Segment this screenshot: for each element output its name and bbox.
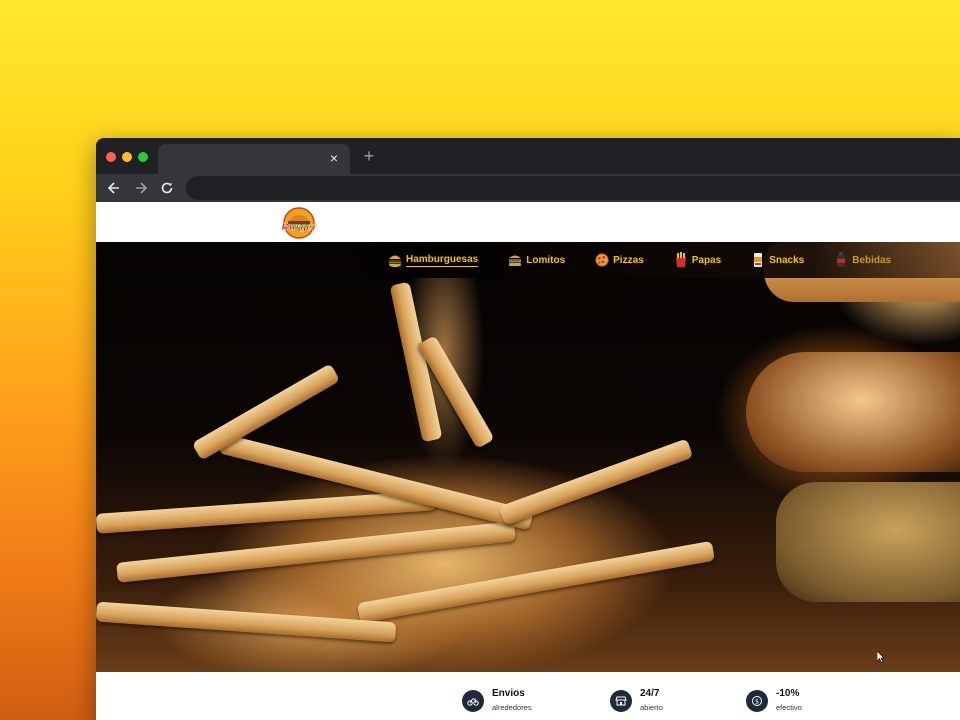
nav-item-pizzas[interactable]: Pizzas (595, 250, 644, 270)
page-viewport: Burger Hamburguesas Lomitos Pizzas Papas… (96, 202, 960, 720)
nav-label: Papas (691, 254, 722, 266)
logo-text: Burger (280, 223, 318, 233)
browser-window: × + Burger Hamburguesas Lomitos Pizzas P… (96, 138, 960, 720)
reload-icon[interactable] (156, 177, 178, 199)
feature-24-7: 24/7 abierto (610, 688, 663, 712)
features-strip: Envios alrededores 24/7 abierto $ -10% e… (96, 672, 960, 720)
nav-item-snacks[interactable]: Snacks (751, 250, 804, 270)
minimize-window-button[interactable] (122, 152, 132, 162)
burger-icon (389, 255, 401, 267)
pizza-icon (595, 253, 609, 267)
site-header: Burger (96, 202, 960, 242)
mouse-cursor-icon (877, 651, 885, 663)
hero-image (96, 242, 960, 672)
browser-toolbar (96, 174, 960, 202)
nav-item-bebidas[interactable]: Bebidas (834, 250, 891, 270)
nav-label: Pizzas (613, 254, 644, 266)
nav-label: Snacks (769, 254, 805, 266)
fry-shape (96, 490, 437, 534)
browser-tab[interactable]: × (158, 144, 350, 174)
fry-shape (116, 521, 516, 583)
nav-item-papas[interactable]: Papas (674, 250, 721, 270)
bike-icon (462, 690, 484, 712)
sandwich-icon (509, 255, 522, 266)
fry-shape (96, 601, 397, 643)
back-arrow-icon[interactable] (103, 177, 125, 199)
nav-item-lomitos[interactable]: Lomitos (508, 250, 565, 270)
nav-item-hamburguesas[interactable]: Hamburguesas (388, 250, 479, 270)
burger-logo[interactable]: Burger (280, 207, 318, 239)
category-nav: Hamburguesas Lomitos Pizzas Papas Snacks… (350, 242, 960, 278)
maximize-window-button[interactable] (138, 152, 148, 162)
new-tab-button[interactable]: + (360, 147, 378, 165)
store-icon (610, 690, 632, 712)
drink-icon (837, 252, 846, 267)
tab-bar: × + (96, 138, 960, 174)
fries-icon (675, 252, 686, 267)
feature-subtitle: alrededores (492, 703, 532, 712)
close-window-button[interactable] (106, 152, 116, 162)
feature-title: Envios (492, 688, 525, 699)
cash-icon: $ (746, 690, 768, 712)
feature-envios: Envios alrededores (462, 688, 532, 712)
snack-icon (754, 253, 763, 267)
address-bar[interactable] (186, 176, 960, 200)
fry-shape (356, 540, 716, 624)
feature-descuento: $ -10% efectivo (746, 688, 802, 712)
nav-label: Hamburguesas (406, 253, 479, 267)
fry-shape (498, 438, 694, 526)
nav-label: Lomitos (526, 254, 566, 266)
burger-lettuce-shape (776, 482, 960, 602)
feature-title: -10% (776, 688, 800, 699)
feature-subtitle: efectivo (776, 703, 802, 712)
nav-label: Bebidas (852, 254, 892, 266)
feature-subtitle: abierto (640, 703, 663, 712)
svg-text:$: $ (755, 699, 759, 706)
tab-close-icon[interactable]: × (326, 150, 342, 166)
forward-arrow-icon[interactable] (130, 177, 152, 199)
burger-patty-shape (746, 352, 960, 472)
feature-title: 24/7 (640, 688, 660, 699)
